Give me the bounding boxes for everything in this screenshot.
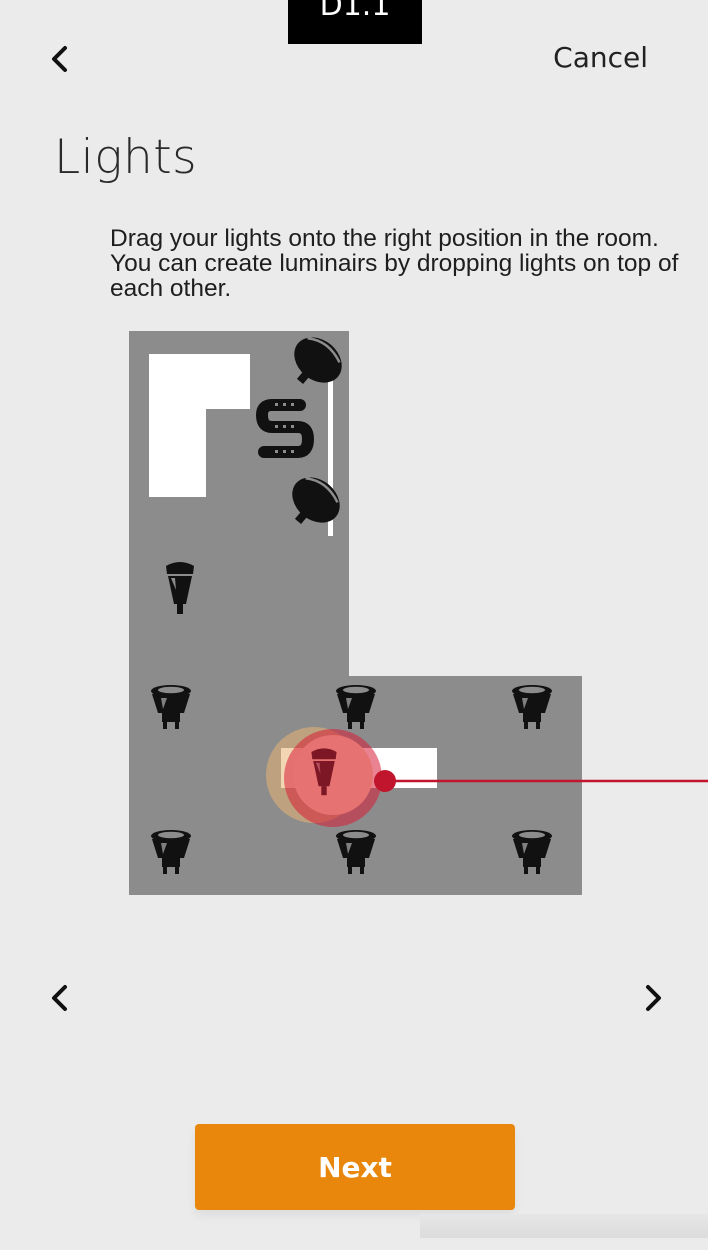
chevron-right-icon [646,985,661,1011]
drag-indicator [284,729,382,827]
next-room-button[interactable] [634,978,674,1018]
prev-room-button[interactable] [40,978,80,1018]
chevron-left-icon [52,985,67,1011]
next-button[interactable]: Next [195,1124,515,1210]
drag-anchor-dot [374,770,396,792]
bottom-edge-shadow [420,1214,708,1238]
room-plan [0,0,708,1246]
